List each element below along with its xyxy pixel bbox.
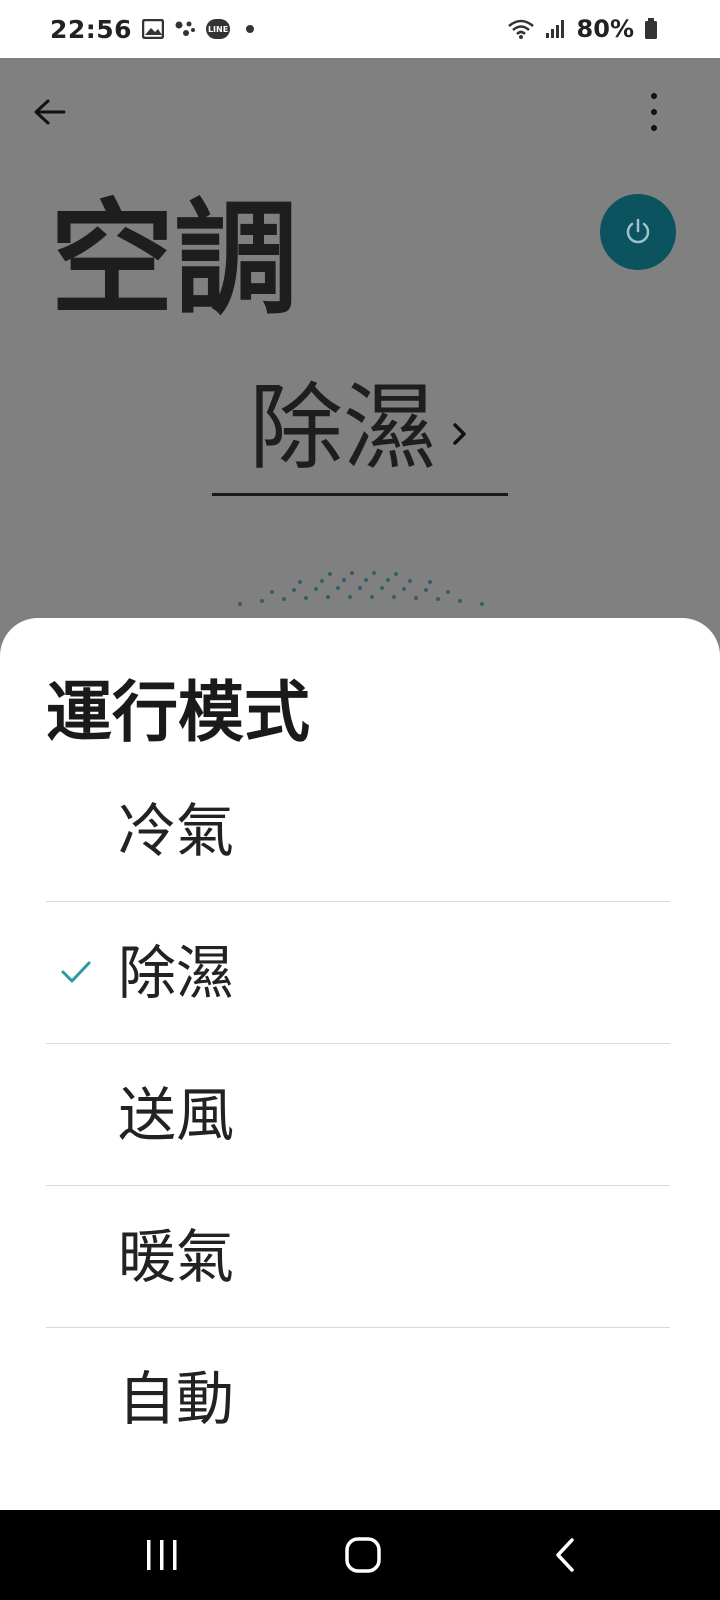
mode-option-dry[interactable]: 除濕 <box>46 902 670 1044</box>
status-bar: 22:56 LINE 80% <box>0 0 720 58</box>
home-icon[interactable] <box>344 1536 382 1574</box>
mode-selector[interactable]: 除濕 <box>212 364 508 496</box>
status-left: 22:56 LINE <box>50 14 255 44</box>
checkmark-icon <box>60 958 92 986</box>
power-icon <box>626 218 650 244</box>
mode-option-heat[interactable]: 暖氣 <box>46 1186 670 1328</box>
status-time: 22:56 <box>50 14 133 44</box>
option-label: 冷氣 <box>118 796 235 865</box>
signal-icon <box>545 18 567 40</box>
option-label: 除濕 <box>118 938 235 1007</box>
back-icon[interactable] <box>552 1536 578 1574</box>
option-label: 自動 <box>118 1365 235 1433</box>
navigation-bar <box>0 1510 720 1600</box>
image-icon <box>142 18 165 40</box>
battery-icon <box>644 18 658 40</box>
power-button[interactable] <box>600 194 676 270</box>
chevron-right-icon <box>449 419 471 449</box>
device-title: 空調 <box>50 188 299 332</box>
operation-mode-sheet: 運行模式 冷氣 除濕 送風 暖氣 自動 <box>0 618 720 1510</box>
status-right: 80% <box>507 15 658 43</box>
more-options-icon[interactable] <box>644 90 664 134</box>
mode-option-auto[interactable]: 自動 <box>46 1328 670 1470</box>
mode-option-list: 冷氣 除濕 送風 暖氣 自動 <box>46 760 670 1470</box>
back-arrow-icon[interactable] <box>30 92 70 132</box>
mode-option-fan[interactable]: 送風 <box>46 1044 670 1186</box>
line-app-icon: LINE <box>206 19 231 39</box>
battery-percent: 80% <box>576 15 634 43</box>
assistant-dots-icon <box>174 18 196 40</box>
dial-dots-decoration <box>238 571 484 606</box>
notification-dot-icon <box>246 25 255 33</box>
current-mode-label: 除濕 <box>248 373 437 483</box>
option-label: 暖氣 <box>118 1222 235 1291</box>
recent-apps-icon[interactable] <box>144 1538 180 1572</box>
mode-option-cool[interactable]: 冷氣 <box>46 760 670 902</box>
option-label: 送風 <box>118 1080 235 1149</box>
wifi-icon <box>507 18 535 40</box>
sheet-title: 運行模式 <box>46 674 310 751</box>
